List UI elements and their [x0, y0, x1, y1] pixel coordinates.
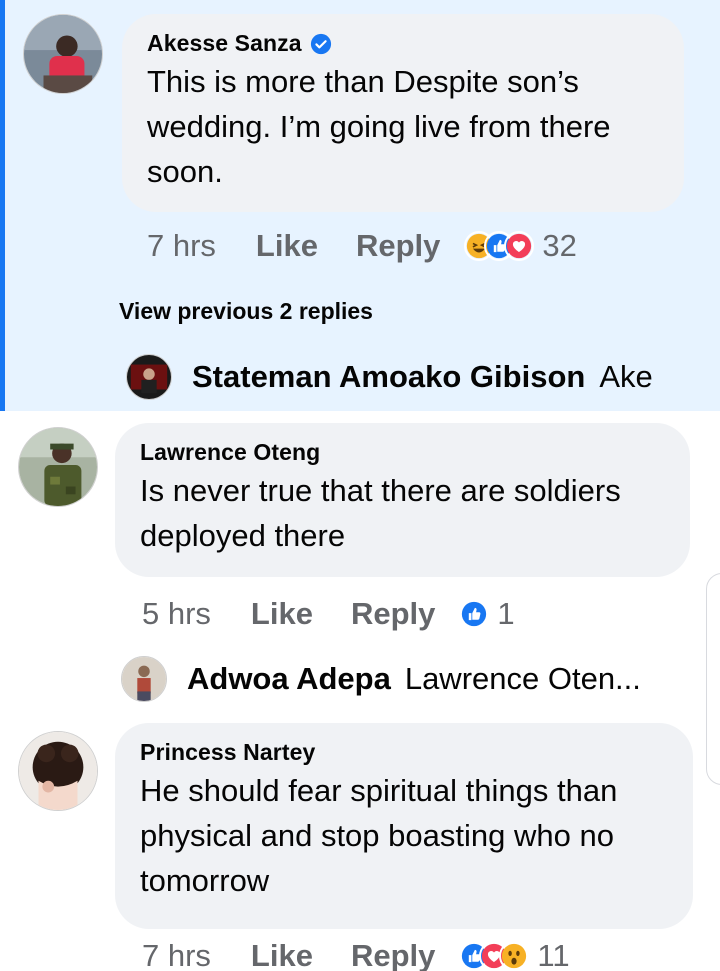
reply-button[interactable]: Reply — [351, 938, 435, 971]
comment-bubble: Akesse Sanza This is more than Despite s… — [122, 14, 684, 212]
reactions-summary[interactable]: 11 — [459, 938, 570, 971]
reaction-count: 11 — [537, 938, 570, 971]
reaction-count: 1 — [497, 596, 515, 631]
reply-button[interactable]: Reply — [351, 596, 435, 632]
wow-icon — [499, 941, 530, 971]
reactions-summary[interactable]: 32 — [464, 228, 577, 264]
comment-text: Is never true that there are soldiers de… — [140, 473, 621, 553]
reaction-count: 32 — [542, 228, 577, 263]
reply-button[interactable]: Reply — [356, 228, 440, 264]
comment-bubble: Princess Nartey He should fear spiritual… — [115, 723, 693, 929]
like-icon — [459, 599, 490, 629]
reply-author: Adwoa Adepa — [187, 661, 391, 696]
love-icon — [504, 231, 535, 261]
comment-actions: 7 hrs Like Reply 32 — [147, 228, 577, 264]
side-panel-edge — [706, 573, 720, 785]
comment-text: He should fear spiritual things than phy… — [140, 773, 618, 898]
avatar — [121, 656, 167, 702]
reply-snippet: Ake — [599, 359, 653, 394]
avatar[interactable] — [23, 14, 103, 94]
like-button[interactable]: Like — [251, 596, 313, 632]
comment-author[interactable]: Lawrence Oteng — [140, 439, 666, 466]
reply-snippet: Lawrence Oten... — [404, 661, 641, 696]
latest-reply-preview[interactable]: Stateman Amoako Gibison Ake — [126, 354, 653, 400]
avatar[interactable] — [18, 731, 98, 811]
comment-author[interactable]: Princess Nartey — [140, 739, 669, 766]
reply-author: Stateman Amoako Gibison — [192, 359, 586, 394]
comment-timestamp[interactable]: 5 hrs — [142, 596, 211, 632]
comment-timestamp[interactable]: 7 hrs — [147, 228, 216, 264]
comment-bubble: Lawrence Oteng Is never true that there … — [115, 423, 690, 577]
verified-badge-icon — [310, 33, 331, 54]
highlighted-comment-thread: Akesse Sanza This is more than Despite s… — [0, 0, 720, 411]
comment-actions: 7 hrs Like Reply 11 — [142, 938, 570, 971]
comment-actions: 5 hrs Like Reply 1 — [142, 596, 515, 632]
like-button[interactable]: Like — [256, 228, 318, 264]
latest-reply-preview[interactable]: Adwoa Adepa Lawrence Oten... — [121, 656, 641, 702]
comment-text: This is more than Despite son’s wedding.… — [147, 64, 611, 189]
avatar — [126, 354, 172, 400]
comment-author[interactable]: Akesse Sanza — [147, 30, 660, 57]
reactions-summary[interactable]: 1 — [459, 596, 515, 632]
avatar[interactable] — [18, 427, 98, 507]
view-previous-replies-link[interactable]: View previous 2 replies — [119, 298, 373, 325]
comment-timestamp[interactable]: 7 hrs — [142, 938, 211, 971]
like-button[interactable]: Like — [251, 938, 313, 971]
